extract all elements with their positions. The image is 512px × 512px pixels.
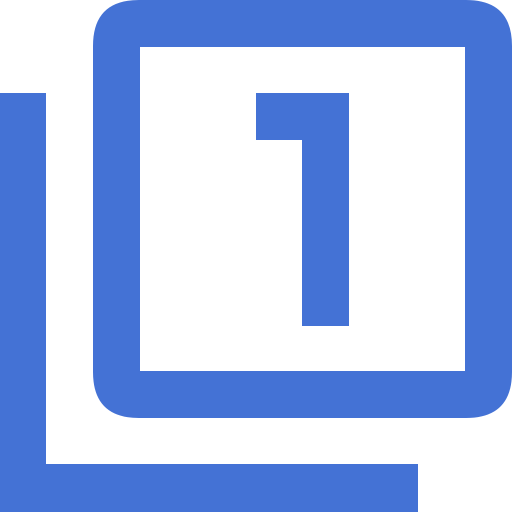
digit-one-glyph [256,93,349,326]
filter-1-icon [0,0,512,512]
filter-1-graphic [0,0,512,512]
back-layer-outline [0,93,418,512]
